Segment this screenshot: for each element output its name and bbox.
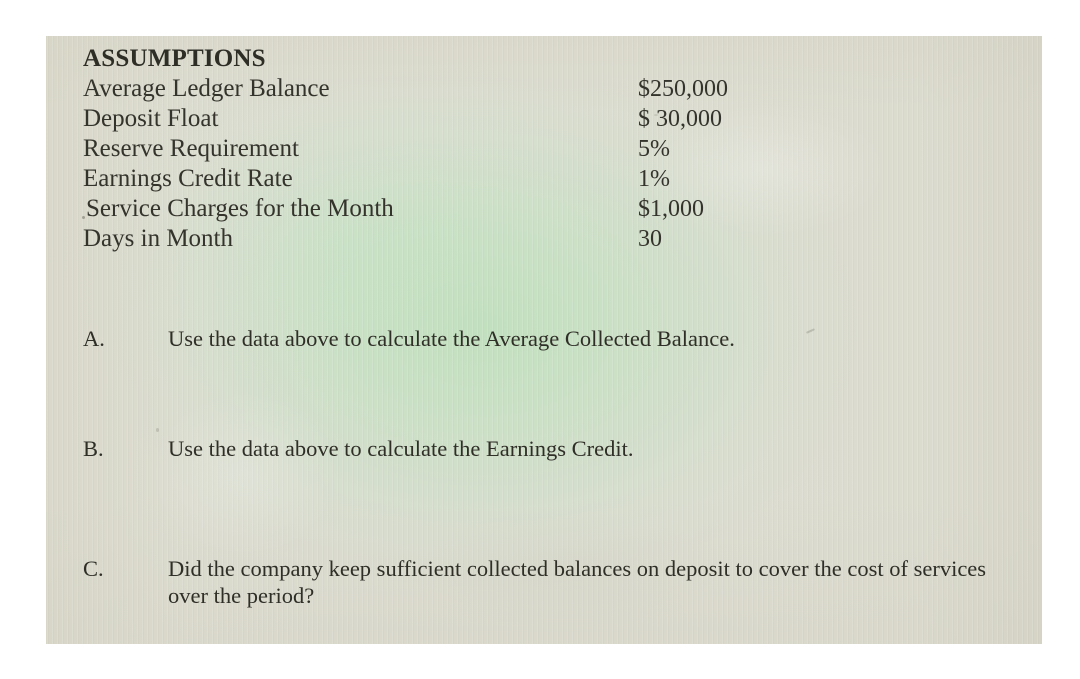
question-item-a: A. Use the data above to calculate the A… xyxy=(83,325,1013,352)
page-content: ASSUMPTIONS Average Ledger Balance $250,… xyxy=(46,36,1042,644)
question-item-c: C. Did the company keep sufficient colle… xyxy=(83,555,1013,609)
assumptions-heading: ASSUMPTIONS xyxy=(83,45,266,72)
question-letter: C. xyxy=(83,556,104,581)
question-letter: A. xyxy=(83,326,105,351)
assumption-label: Average Ledger Balance xyxy=(83,75,330,102)
assumption-value: 5% xyxy=(638,136,670,162)
question-letter: B. xyxy=(83,436,104,461)
question-text: Did the company keep sufficient collecte… xyxy=(168,556,987,608)
assumption-row: Reserve Requirement 5% xyxy=(83,134,983,164)
assumption-value: 1% xyxy=(638,166,670,192)
assumption-label: Reserve Requirement xyxy=(83,135,299,162)
document-page: ASSUMPTIONS Average Ledger Balance $250,… xyxy=(46,36,1042,644)
assumption-label: Days in Month xyxy=(83,225,233,252)
assumption-row: Average Ledger Balance $250,000 xyxy=(83,74,983,104)
question-text: Use the data above to calculate the Aver… xyxy=(168,326,735,351)
assumption-label: Service Charges for the Month xyxy=(86,195,394,222)
assumptions-block: ASSUMPTIONS Average Ledger Balance $250,… xyxy=(83,44,983,254)
assumption-row: Service Charges for the Month $1,000 xyxy=(83,194,983,224)
question-item-b: B. Use the data above to calculate the E… xyxy=(83,435,1013,462)
assumption-value: $250,000 xyxy=(638,76,728,102)
assumption-row: Earnings Credit Rate 1% xyxy=(83,164,983,194)
assumption-value: $ 30,000 xyxy=(638,106,722,132)
assumption-row: Deposit Float $ 30,000 xyxy=(83,104,983,134)
question-text: Use the data above to calculate the Earn… xyxy=(168,436,634,461)
assumption-value: 30 xyxy=(638,226,662,252)
assumption-label: Earnings Credit Rate xyxy=(83,165,293,192)
assumption-label: Deposit Float xyxy=(83,105,219,132)
assumption-row: Days in Month 30 xyxy=(83,224,983,254)
assumption-value: $1,000 xyxy=(638,196,704,222)
